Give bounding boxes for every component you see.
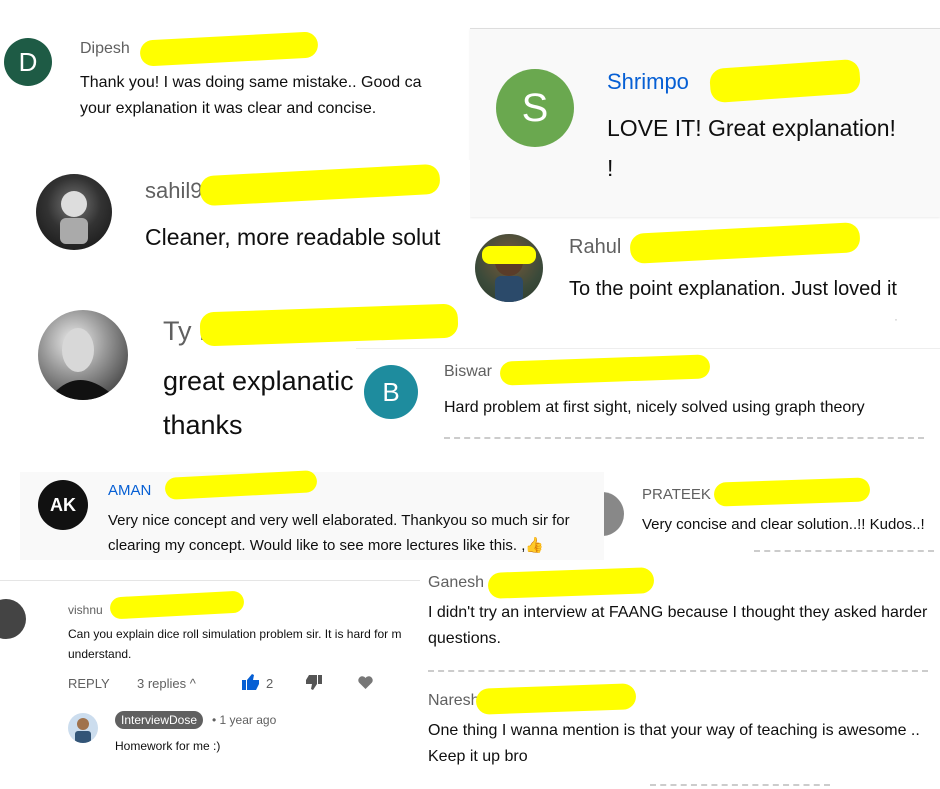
comment-text: your explanation it was clear and concis… — [80, 100, 377, 117]
time: 1 year ago — [219, 713, 277, 727]
avatar[interactable] — [36, 174, 112, 250]
avatar[interactable] — [68, 713, 98, 743]
heart-icon — [358, 676, 373, 689]
author-badge[interactable]: InterviewDose — [115, 711, 204, 729]
avatar[interactable] — [604, 492, 624, 536]
comment-author[interactable]: AMAN — [108, 482, 151, 499]
like-count: 2 — [266, 676, 274, 691]
comment-text: questions. — [428, 630, 501, 647]
avatar[interactable] — [475, 234, 543, 302]
avatar-photo — [495, 248, 523, 302]
comment-text: Very concise and clear solution..!! Kudo… — [642, 516, 925, 533]
comment-author[interactable]: Dipesh — [80, 40, 130, 58]
reply-button[interactable]: REPLY — [68, 676, 110, 691]
comment-timestamp: • 1 year ago — [212, 713, 277, 727]
comment-text: understand. — [68, 647, 132, 661]
comment-text: I didn't try an interview at FAANG becau… — [428, 604, 928, 621]
comment-text: Can you explain dice roll simulation pro… — [68, 627, 402, 641]
comment-author[interactable]: Naresh — [428, 692, 480, 710]
comment-shrimpo: S Shrimpo LOVE IT! Great explanation! ! — [470, 28, 940, 217]
comment-text: LOVE IT! Great explanation! — [607, 115, 896, 141]
replies-count: 3 replies — [137, 676, 187, 691]
comment-text: great explanatic — [163, 366, 354, 396]
redaction — [482, 246, 536, 264]
like-button[interactable] — [242, 674, 260, 690]
avatar-photo — [48, 328, 118, 400]
avatar[interactable] — [0, 599, 26, 639]
avatar-photo — [75, 718, 91, 743]
comment-text: Very nice concept and very well elaborat… — [108, 512, 570, 529]
heart-button[interactable] — [358, 676, 373, 689]
comment-text: ! — [607, 155, 614, 181]
comment-actions — [428, 670, 928, 672]
comment-text: Cleaner, more readable solut — [145, 224, 441, 250]
avatar[interactable]: B — [364, 365, 418, 419]
comment-actions — [754, 550, 934, 552]
comment-text: Keep it up bro — [428, 748, 528, 765]
comment-text: Hard problem at first sight, nicely solv… — [444, 399, 865, 416]
more-icon[interactable]: · — [894, 312, 898, 326]
comment-author[interactable]: Shrimpo — [607, 69, 689, 95]
comment-text: clearing my concept. Would like to see m… — [108, 537, 545, 554]
comment-author[interactable]: Rahul — [569, 236, 621, 259]
avatar[interactable]: S — [496, 69, 574, 147]
comment-author[interactable]: Biswar — [444, 363, 492, 381]
avatar[interactable]: D — [4, 38, 52, 86]
comment-actions — [650, 784, 830, 786]
comment-author[interactable]: PRATEEK — [642, 486, 711, 503]
comment-text: Thank you! I was doing same mistake.. Go… — [80, 74, 422, 91]
comment-text: One thing I wanna mention is that your w… — [428, 722, 920, 739]
comment-author[interactable]: vishnu — [68, 603, 103, 617]
comment-actions — [444, 437, 924, 447]
comment-text: thanks — [163, 410, 243, 440]
avatar[interactable]: AK — [38, 480, 88, 530]
avatar[interactable] — [38, 310, 128, 400]
dislike-button[interactable] — [306, 675, 322, 690]
comment-text: Homework for me :) — [115, 739, 221, 753]
chevron-up-icon: ^ — [189, 676, 196, 691]
comment-author[interactable]: sahil9 — [145, 178, 202, 204]
replies-toggle[interactable]: 3 replies ^ — [137, 676, 196, 691]
comment-author[interactable]: Ganesh — [428, 574, 484, 592]
thumbs-down-icon — [306, 675, 322, 690]
comment-text: To the point explanation. Just loved it — [569, 278, 897, 300]
avatar-photo — [60, 191, 88, 244]
thumbs-up-icon — [242, 674, 259, 690]
